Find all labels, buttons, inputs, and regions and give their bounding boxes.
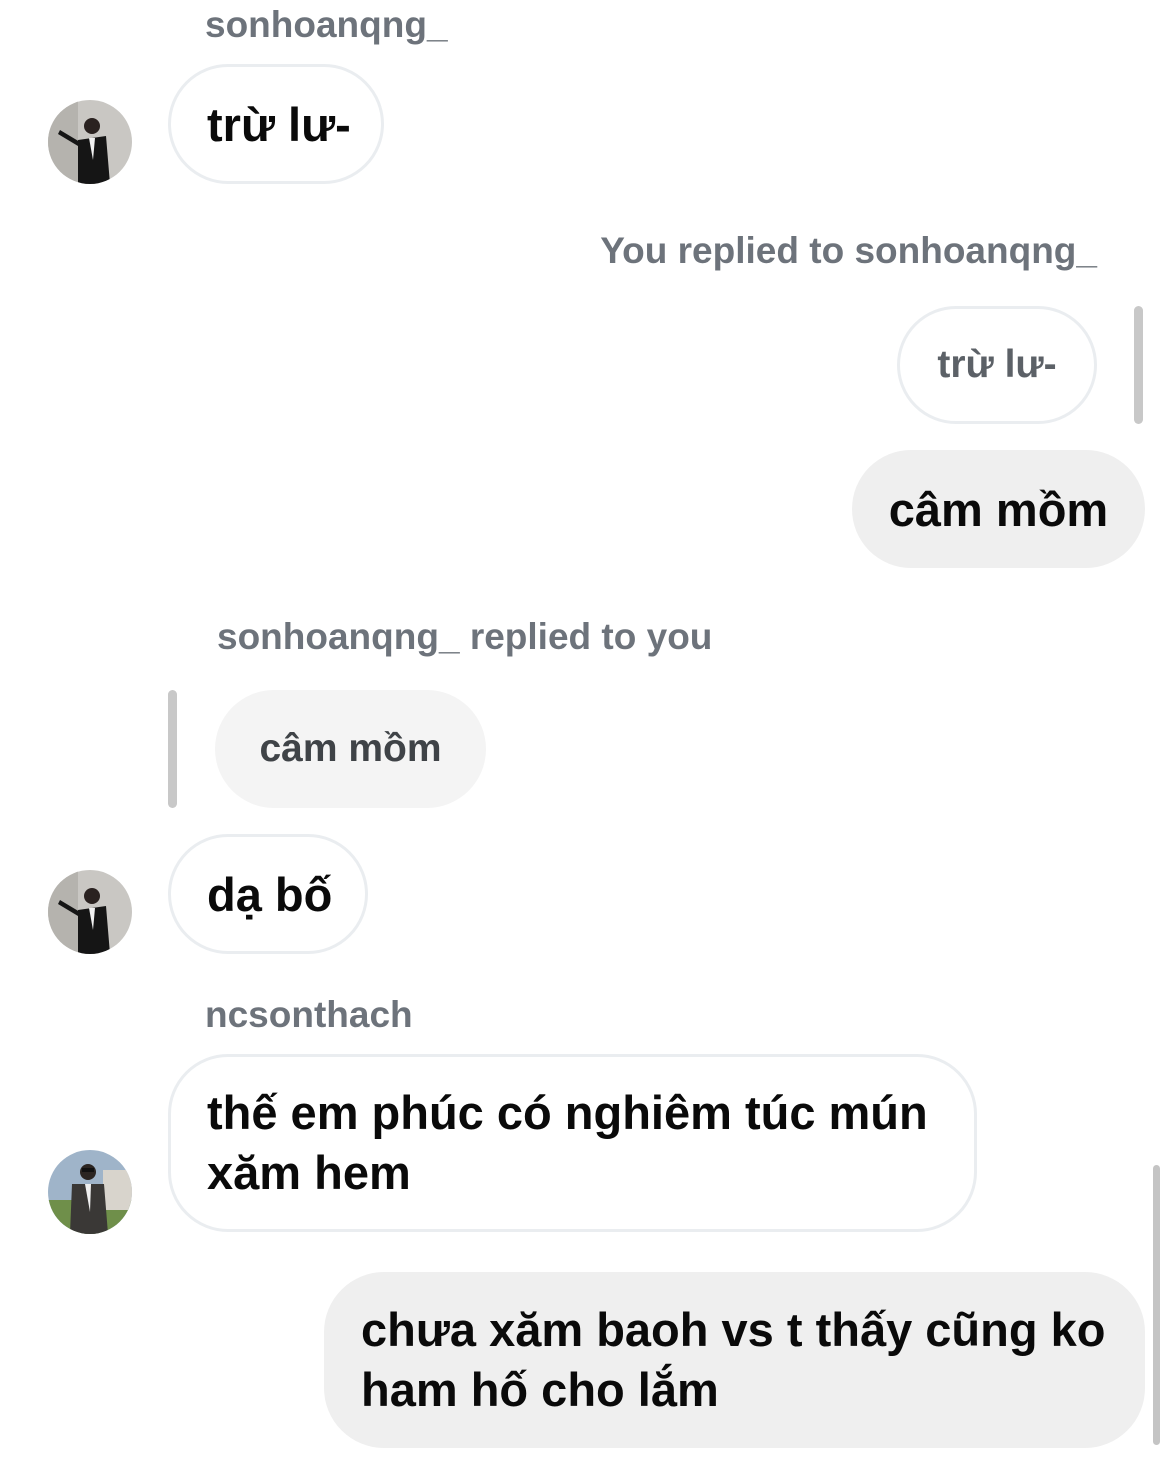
message-line: xăm hem [207, 1146, 411, 1199]
sender-name: ncsonthach [205, 994, 413, 1035]
message-text: câm mồm [888, 482, 1109, 536]
avatar-sonhoanqng[interactable] [48, 100, 132, 184]
message-line: chưa xăm baoh vs t thấy cũng ko [361, 1303, 1106, 1356]
quoted-text: câm mồm [259, 727, 442, 770]
message-bubble-incoming[interactable]: dạ bố [168, 834, 368, 954]
chat-thread[interactable]: sonhoanqng_ trừ lư- You replied to sonho… [0, 0, 1170, 1460]
sender-name: sonhoanqng_ [205, 4, 448, 45]
reply-context-label: sonhoanqng_ replied to you [217, 616, 713, 657]
scrollbar[interactable] [1153, 1165, 1160, 1445]
quote-indicator-bar [168, 690, 177, 808]
quoted-text: trừ lư- [937, 343, 1057, 386]
message-text: trừ lư- [207, 97, 351, 151]
message-line: thế em phúc có nghiêm túc mún [207, 1086, 928, 1139]
reply-context-label: You replied to sonhoanqng_ [600, 230, 1097, 271]
message-bubble-incoming[interactable]: thế em phúc có nghiêm túc mún xăm hem [168, 1054, 977, 1232]
message-bubble-outgoing[interactable]: câm mồm [852, 450, 1145, 568]
message-text: chưa xăm baoh vs t thấy cũng ko ham hố c… [361, 1300, 1105, 1420]
message-text: dạ bố [207, 867, 333, 921]
message-bubble-incoming[interactable]: trừ lư- [168, 64, 384, 184]
quoted-message[interactable]: câm mồm [215, 690, 486, 808]
avatar-ncsonthach[interactable] [48, 1150, 132, 1234]
message-line: ham hố cho lắm [361, 1363, 719, 1416]
message-bubble-outgoing[interactable]: chưa xăm baoh vs t thấy cũng ko ham hố c… [324, 1272, 1145, 1448]
quote-indicator-bar [1134, 306, 1143, 424]
avatar-sonhoanqng[interactable] [48, 870, 132, 954]
message-text: thế em phúc có nghiêm túc mún xăm hem [207, 1083, 928, 1203]
quoted-message[interactable]: trừ lư- [897, 306, 1097, 424]
